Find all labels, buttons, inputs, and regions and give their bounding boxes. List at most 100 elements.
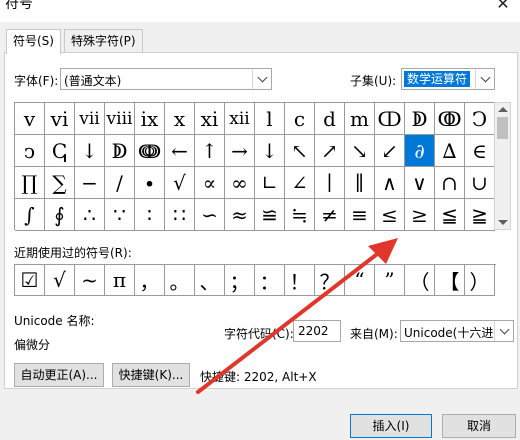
recent-symbol-cell[interactable]: ！ (285, 265, 315, 296)
symbol-cell[interactable]: ↓ (255, 135, 285, 167)
recent-symbol-cell[interactable]: ☑ (15, 265, 45, 296)
symbol-cell[interactable]: ≦ (435, 199, 465, 231)
symbol-cell[interactable]: ≤ (375, 199, 405, 231)
char-code-label: 字符代码(C): (224, 327, 294, 341)
symbol-cell[interactable]: ∩ (435, 167, 465, 199)
symbol-cell[interactable]: ∠ (285, 167, 315, 199)
scroll-up-icon[interactable] (498, 107, 508, 112)
tab-special-characters[interactable]: 特殊字符(P) (64, 29, 143, 53)
symbol-cell[interactable]: ∕ (105, 167, 135, 199)
symbol-cell[interactable]: v (15, 103, 45, 135)
window-title: 符号 (5, 0, 33, 12)
symbol-cell[interactable]: ∽ (195, 199, 225, 231)
symbol-cell[interactable]: ≧ (465, 199, 495, 231)
symbol-cell[interactable]: xii (225, 103, 255, 135)
symbol-cell[interactable]: c (285, 103, 315, 135)
subset-dropdown[interactable]: 数学运算符 (401, 68, 495, 90)
tab-symbols[interactable]: 符号(S) (6, 29, 61, 55)
autocorrect-button[interactable]: 自动更正(A)... (14, 363, 104, 387)
symbol-cell[interactable]: √ (165, 167, 195, 199)
symbol-cell[interactable]: ∨ (405, 167, 435, 199)
recent-symbol-cell[interactable]: π (105, 265, 135, 296)
char-code-input[interactable]: 2202 (293, 320, 341, 342)
symbol-cell[interactable]: ↓ (75, 135, 105, 167)
shortcut-key-button[interactable]: 快捷键(K)... (112, 363, 190, 387)
symbol-cell[interactable]: ⅼ (255, 103, 285, 135)
symbol-cell[interactable]: ≈ (225, 199, 255, 231)
symbol-cell[interactable]: m (345, 103, 375, 135)
symbol-cell[interactable]: viii (105, 103, 135, 135)
recent-symbol-cell[interactable]: 【 (435, 265, 465, 296)
symbol-cell[interactable]: vi (45, 103, 75, 135)
recent-symbol-cell[interactable]: ~ (75, 265, 105, 296)
symbol-cell[interactable]: ≡ (345, 199, 375, 231)
recent-symbol-cell[interactable]: √ (45, 265, 75, 296)
symbol-cell[interactable]: ↘ (345, 135, 375, 167)
recent-symbol-cell[interactable]: （ (405, 265, 435, 296)
symbol-cell[interactable]: ∵ (105, 199, 135, 231)
symbol-cell[interactable]: ≥ (405, 199, 435, 231)
symbol-cell[interactable]: Ↄ (465, 103, 495, 135)
symbol-cell[interactable]: ≌ (255, 199, 285, 231)
symbol-cell[interactable]: vii (75, 103, 105, 135)
symbol-cell[interactable]: ↑ (195, 135, 225, 167)
symbol-cell[interactable]: ∂ (405, 135, 435, 167)
symbol-cell[interactable]: ∟ (255, 167, 285, 199)
symbol-cell[interactable]: ↗ (315, 135, 345, 167)
from-dropdown[interactable]: Unicode(十六进 (400, 320, 514, 342)
symbol-cell[interactable]: ∝ (195, 167, 225, 199)
symbol-cell[interactable]: ∑ (45, 167, 75, 199)
font-dropdown[interactable]: (普通文本) (60, 68, 272, 90)
symbol-cell[interactable]: ∏ (15, 167, 45, 199)
recent-symbol-cell[interactable]: ” (375, 265, 405, 296)
symbol-cell[interactable]: − (75, 167, 105, 199)
symbol-cell[interactable]: xi (195, 103, 225, 135)
symbol-cell[interactable]: ≒ (285, 199, 315, 231)
symbol-cell[interactable]: ∮ (45, 199, 75, 231)
recent-symbol-cell[interactable]: ？ (315, 265, 345, 296)
symbol-cell[interactable]: ∪ (465, 167, 495, 199)
title-bar (0, 0, 520, 22)
symbol-cell[interactable]: ∷ (165, 199, 195, 231)
symbol-cell[interactable]: ↀ (375, 103, 405, 135)
symbol-cell[interactable]: x (165, 103, 195, 135)
symbol-cell[interactable]: ↅ (45, 135, 75, 167)
symbol-cell[interactable]: ∆ (435, 135, 465, 167)
symbol-cell[interactable]: ↈ (135, 135, 165, 167)
recent-symbol-cell[interactable]: 。 (165, 265, 195, 296)
symbol-cell[interactable]: ∧ (375, 167, 405, 199)
symbol-cell[interactable]: → (225, 135, 255, 167)
symbol-cell[interactable]: ∞ (225, 167, 255, 199)
scroll-thumb[interactable] (497, 117, 508, 139)
symbol-cell[interactable]: ∴ (75, 199, 105, 231)
cancel-button[interactable]: 取消 (442, 414, 516, 438)
recent-symbol-cell[interactable]: ） (465, 265, 495, 296)
symbol-cell[interactable]: ∥ (345, 167, 375, 199)
recent-symbol-cell[interactable]: 、 (195, 265, 225, 296)
symbol-cell[interactable]: ∈ (465, 135, 495, 167)
symbol-cell[interactable]: ↖ (285, 135, 315, 167)
recent-symbols-label: 近期使用过的符号(R): (14, 246, 132, 260)
symbol-cell[interactable]: ∫ (15, 199, 45, 231)
insert-button[interactable]: 插入(I) (350, 414, 432, 438)
recent-symbol-cell[interactable]: ； (225, 265, 255, 296)
close-icon[interactable]: ✕ (486, 0, 520, 13)
symbol-cell[interactable]: d (315, 103, 345, 135)
symbol-cell[interactable]: ↁ (405, 103, 435, 135)
symbol-cell[interactable]: ∙ (135, 167, 165, 199)
symbol-cell[interactable]: ↙ (375, 135, 405, 167)
symbol-cell[interactable]: ix (135, 103, 165, 135)
symbol-grid-scrollbar[interactable] (494, 102, 511, 230)
recent-symbol-cell[interactable]: “ (345, 265, 375, 296)
chevron-down-icon (494, 321, 513, 341)
scroll-down-icon[interactable] (498, 220, 508, 225)
symbol-cell[interactable]: ∶ (135, 199, 165, 231)
symbol-cell[interactable]: ↂ (435, 103, 465, 135)
recent-symbol-cell[interactable]: ， (135, 265, 165, 296)
symbol-cell[interactable]: ≠ (315, 199, 345, 231)
symbol-cell[interactable]: ∣ (315, 167, 345, 199)
recent-symbol-cell[interactable]: ： (255, 265, 285, 296)
symbol-cell[interactable]: ← (165, 135, 195, 167)
symbol-cell[interactable]: ↁ (105, 135, 135, 167)
symbol-cell[interactable]: ↄ (15, 135, 45, 167)
